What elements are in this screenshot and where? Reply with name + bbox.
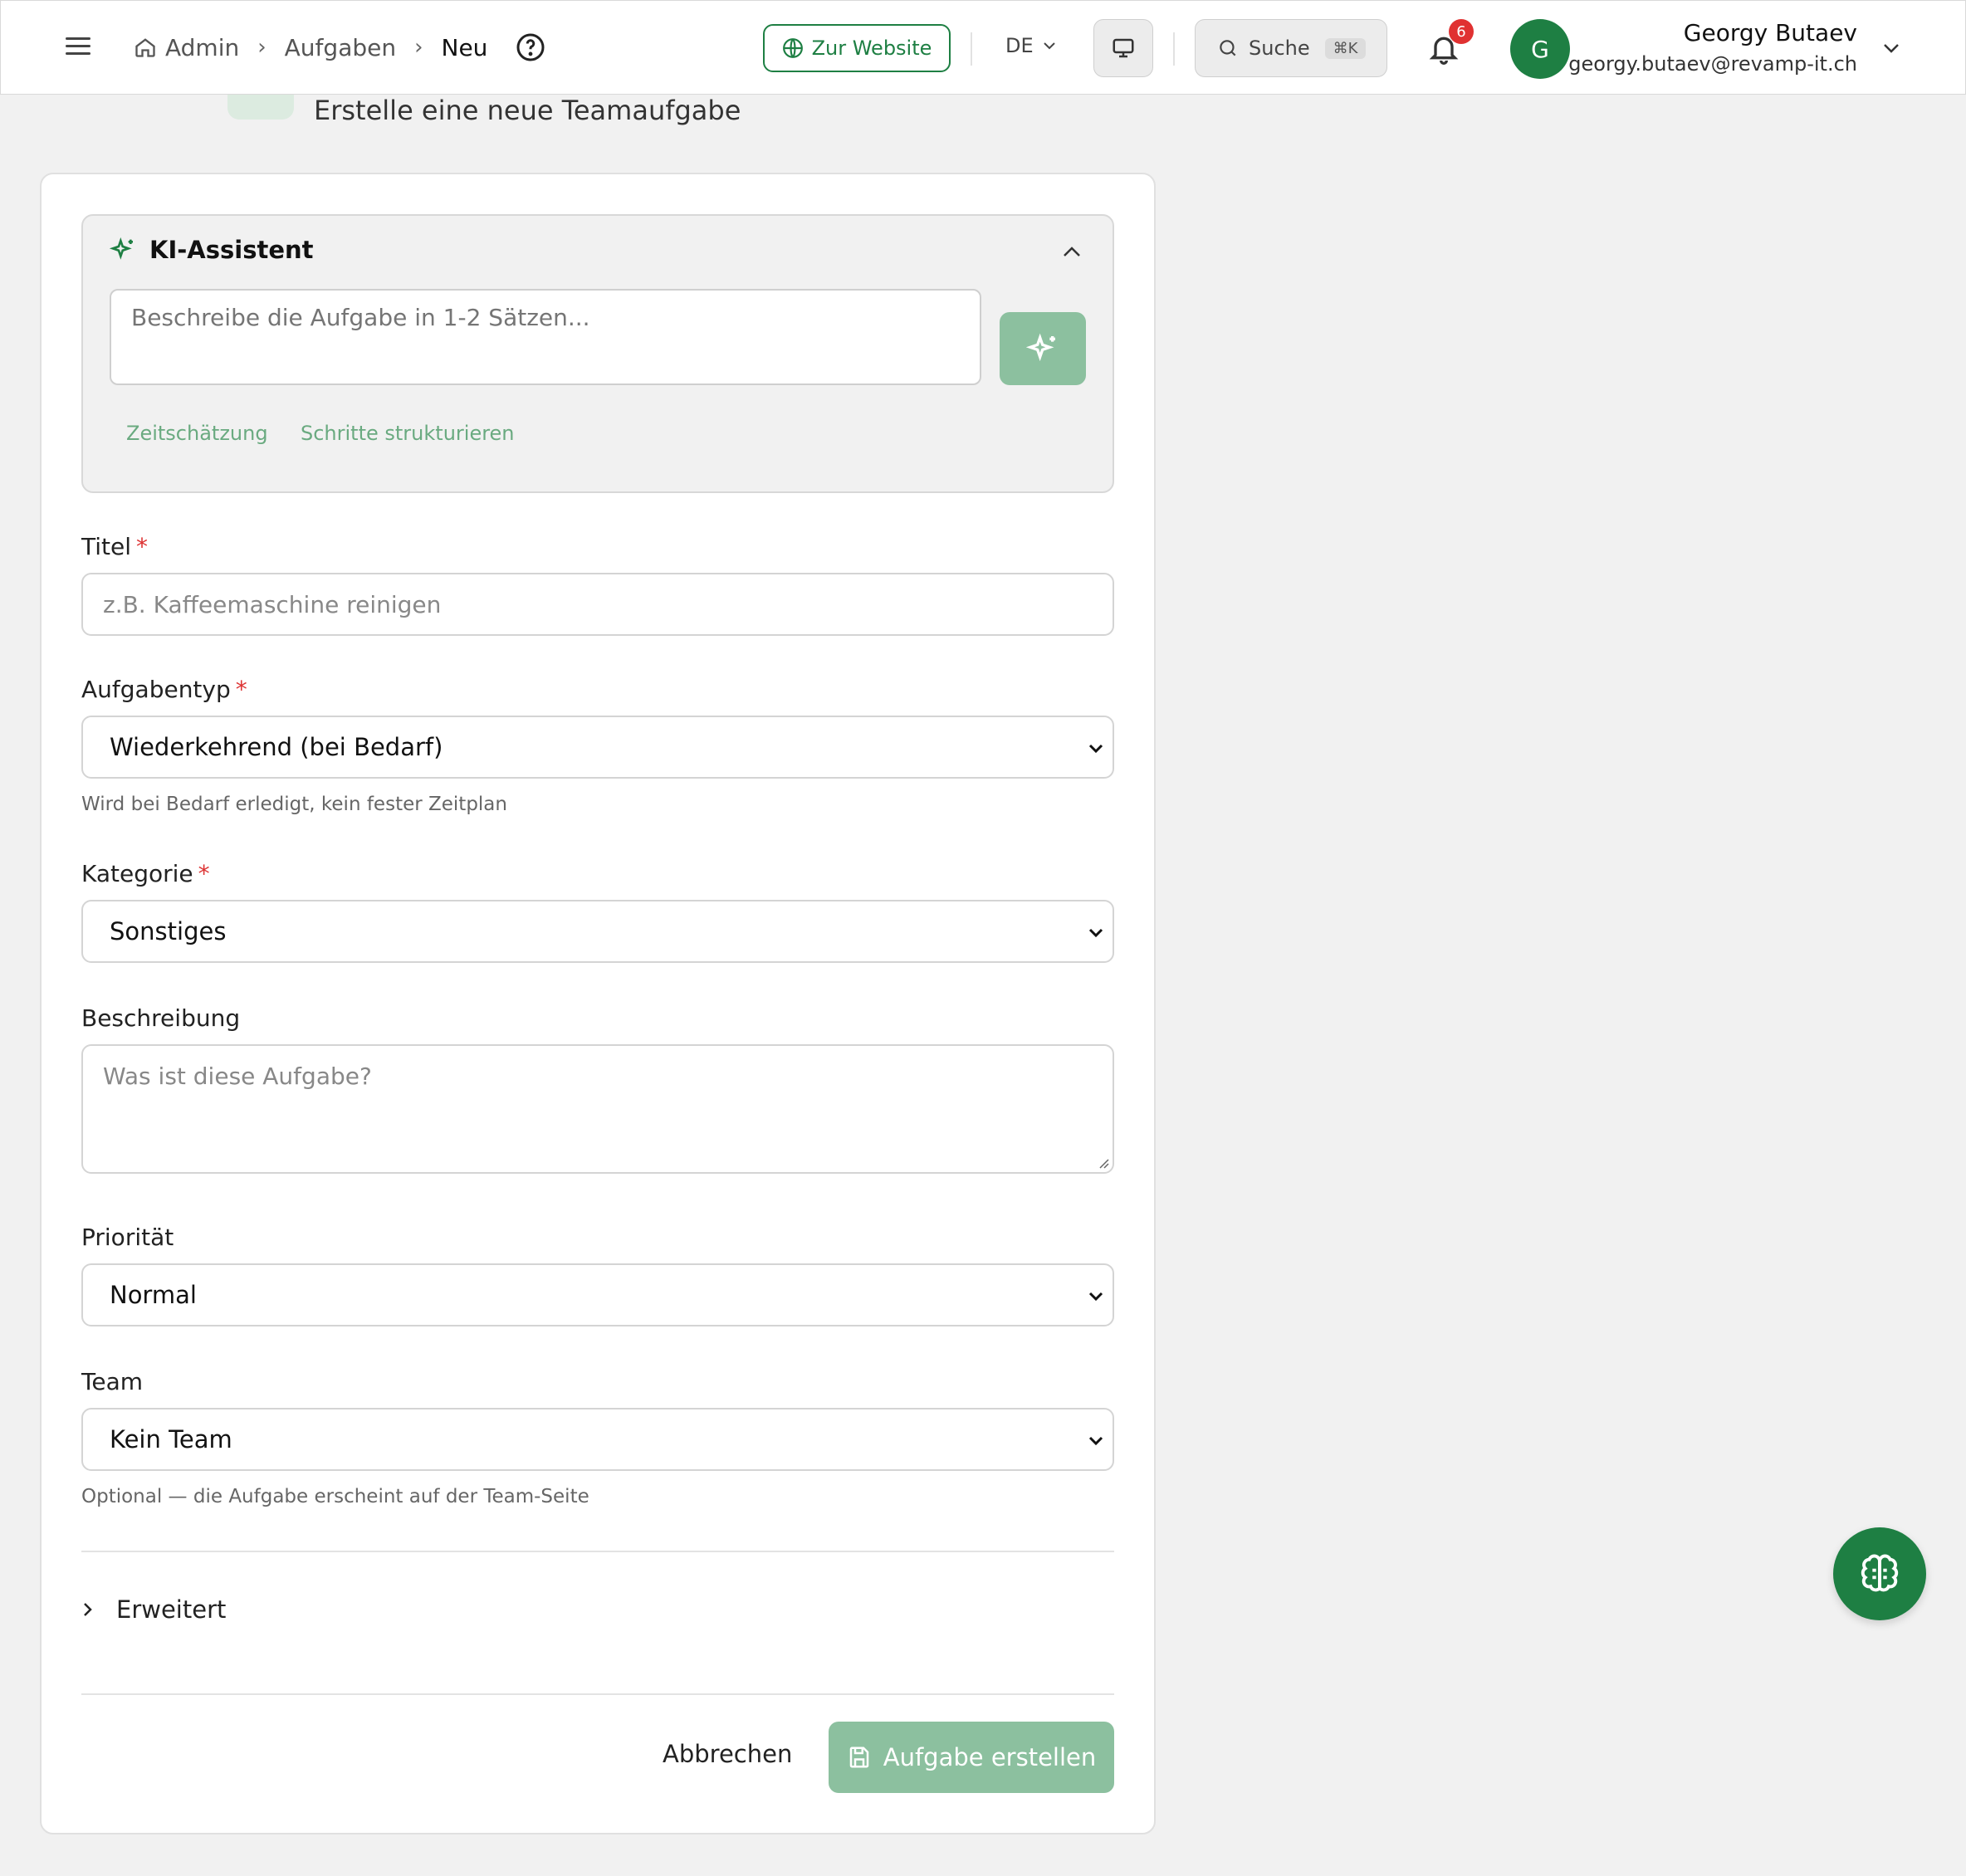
help-icon[interactable] <box>516 32 545 62</box>
category-select[interactable]: Sonstiges <box>81 900 1114 963</box>
required-mark: * <box>198 860 210 887</box>
ai-assistant-panel: KI-Assistent Zeitschätzung Schritte stru… <box>81 214 1114 493</box>
create-task-button[interactable]: Aufgabe erstellen <box>829 1722 1114 1793</box>
chevron-down-icon <box>1088 928 1103 938</box>
cancel-button[interactable]: Abbrechen <box>663 1740 792 1768</box>
chevron-right-icon <box>84 1603 92 1616</box>
chevron-down-icon <box>1088 744 1103 754</box>
title-label: Titel * <box>81 533 149 560</box>
advanced-label: Erweitert <box>116 1595 227 1624</box>
description-placeholder: Was ist diese Aufgabe? <box>103 1063 372 1090</box>
breadcrumb: Admin › Aufgaben › Neu <box>134 29 487 66</box>
menu-icon[interactable] <box>66 37 90 57</box>
priority-label: Priorität <box>81 1224 174 1251</box>
description-label: Beschreibung <box>81 1004 241 1032</box>
search-button[interactable]: Suche ⌘K <box>1195 19 1387 77</box>
priority-value: Normal <box>110 1281 197 1309</box>
category-value: Sonstiges <box>110 917 227 945</box>
priority-select[interactable]: Normal <box>81 1263 1114 1326</box>
required-mark: * <box>136 533 149 560</box>
monitor-icon <box>1113 38 1134 58</box>
divider <box>81 1551 1114 1552</box>
advanced-toggle[interactable]: Erweitert <box>81 1595 226 1624</box>
breadcrumb-admin[interactable]: Admin <box>165 34 239 61</box>
brain-icon <box>1861 1554 1899 1592</box>
chevron-down-icon[interactable] <box>1880 39 1902 57</box>
page-subtitle: Erstelle eine neue Teamaufgabe <box>314 95 741 126</box>
task-type-hint: Wird bei Bedarf erledigt, kein fester Ze… <box>81 794 507 815</box>
breadcrumb-current: Neu <box>441 33 488 61</box>
globe-icon <box>782 38 803 58</box>
task-type-label: Aufgabentyp * <box>81 676 247 703</box>
chevron-down-icon <box>1088 1436 1103 1446</box>
user-name[interactable]: Georgy Butaev <box>1684 19 1857 46</box>
ai-prompt-input[interactable] <box>110 289 981 385</box>
search-shortcut: ⌘K <box>1324 37 1367 59</box>
ai-generate-button[interactable] <box>1000 312 1086 385</box>
team-value: Kein Team <box>110 1425 232 1453</box>
website-button[interactable]: Zur Website <box>763 24 951 72</box>
sparkles-icon <box>110 237 133 260</box>
breadcrumb-aufgaben[interactable]: Aufgaben <box>285 34 396 61</box>
home-icon[interactable] <box>134 36 157 59</box>
display-toggle-button[interactable] <box>1093 19 1153 77</box>
team-select[interactable]: Kein Team <box>81 1408 1114 1471</box>
top-bar: Admin › Aufgaben › Neu Zur Website DE Su… <box>0 0 1966 95</box>
resize-handle-icon[interactable] <box>1096 1155 1109 1169</box>
ai-assistant-title: KI-Assistent <box>149 236 314 264</box>
ai-chip-time-estimate[interactable]: Zeitschätzung <box>126 422 268 445</box>
divider <box>971 32 972 66</box>
title-input[interactable]: z.B. Kaffeemaschine reinigen <box>81 573 1114 636</box>
divider <box>81 1693 1114 1695</box>
task-type-select[interactable]: Wiederkehrend (bei Bedarf) <box>81 716 1114 779</box>
language-select[interactable]: DE <box>1005 34 1057 57</box>
chevron-right-icon: › <box>414 35 423 60</box>
language-value: DE <box>1005 34 1034 57</box>
required-mark: * <box>235 676 247 703</box>
save-icon <box>849 1747 868 1768</box>
user-email: georgy.butaev@revamp-it.ch <box>1568 52 1857 76</box>
category-label: Kategorie * <box>81 860 210 887</box>
website-button-label: Zur Website <box>811 37 932 60</box>
sparkles-icon <box>1026 333 1055 362</box>
chevron-right-icon: › <box>257 35 267 60</box>
team-label: Team <box>81 1368 144 1395</box>
team-hint: Optional — die Aufgabe erscheint auf der… <box>81 1486 589 1507</box>
search-icon <box>1220 40 1236 56</box>
search-label: Suche <box>1249 37 1310 60</box>
ai-chip-structure-steps[interactable]: Schritte strukturieren <box>301 422 515 445</box>
create-task-label: Aufgabe erstellen <box>883 1743 1097 1771</box>
chevron-up-icon[interactable] <box>1061 244 1083 259</box>
chevron-down-icon <box>1043 42 1055 50</box>
description-textarea[interactable]: Was ist diese Aufgabe? <box>81 1044 1114 1174</box>
task-type-value: Wiederkehrend (bei Bedarf) <box>110 733 443 761</box>
ai-chat-button[interactable] <box>1833 1527 1926 1620</box>
divider <box>1173 32 1175 66</box>
chevron-down-icon <box>1088 1292 1103 1302</box>
avatar[interactable]: G <box>1510 19 1570 79</box>
notification-badge: 6 <box>1449 19 1474 44</box>
